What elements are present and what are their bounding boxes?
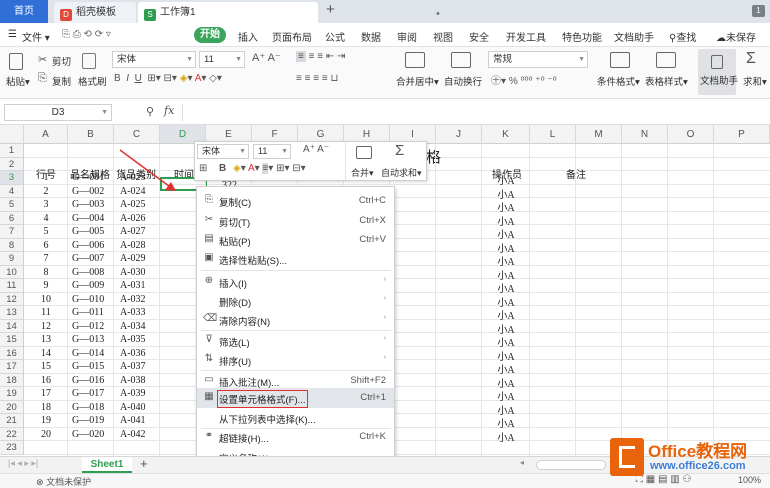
submenu-arrow-icon: › [383,354,386,361]
submenu-arrow-icon: › [383,295,386,302]
ctx-filter[interactable]: ⊽ 筛选(L) › [197,331,394,351]
ctx-paste[interactable]: ▤ 粘贴(P) Ctrl+V [197,230,394,250]
paste-special-icon: ▣ [204,252,214,263]
watermark-brand: Office教程网 [648,442,748,461]
sheet-nav-arrows-icon[interactable]: |◂ ◂ ▸ ▸| [8,458,38,469]
office26-watermark: Office教程网 www.office26.com [606,434,770,484]
link-icon: ⚭ [204,430,214,441]
watermark-url: www.office26.com [650,460,746,472]
context-menu: ⎘ 复制(C) Ctrl+C ✂ 剪切(T) Ctrl+X ▤ 粘贴(P) Ctrl+V ▣… [196,186,395,465]
mini-merge-button[interactable]: 合并▾ [351,166,374,179]
submenu-arrow-icon: › [383,314,386,321]
mini-sum-icon[interactable]: Σ [395,142,404,159]
submenu-arrow-icon: › [383,335,386,342]
arrow-to-d3 [119,149,174,190]
submenu-arrow-icon: › [383,276,386,283]
scissors-icon: ✂ [204,214,214,225]
mini-border-icon[interactable]: ⊞ [199,163,207,174]
paste-icon: ▤ [204,233,214,244]
ctx-cut[interactable]: ✂ 剪切(T) Ctrl+X [197,211,394,231]
add-sheet-button[interactable]: + [140,456,148,471]
format-cells-icon: ▦ [204,391,214,402]
ctx-clear[interactable]: ⌫ 清除内容(N) › [197,310,394,330]
sort-icon: ⇅ [204,353,214,364]
sheet-tab-sheet1[interactable]: Sheet1 [82,457,132,473]
mini-merge-icon[interactable] [356,146,372,159]
horizontal-scrollbar-thumb[interactable] [536,460,606,470]
floating-mini-toolbar: 宋体 ▼ 11 ▼ A⁺ A⁻ ⊞ B ◈▾ A▾ ≡▾ ⊞▾ ⊟▾ 合并▾ Σ 自… [194,141,427,181]
ctx-paste-special[interactable]: ▣ 选择性粘贴(S)... [197,249,394,269]
insert-icon: ⊕ [204,275,214,286]
ctx-sort[interactable]: ⇅ 排序(U) › [197,350,394,370]
mini-fill-icon[interactable]: ◈▾ A▾ ≡▾ ⊞▾ ⊟▾ [233,163,306,174]
protect-status[interactable]: ⊗ 文档未保护 [36,475,91,488]
ctx-hyperlink[interactable]: ⚭ 超链接(H)... Ctrl+K [197,427,394,447]
ctx-delete[interactable]: 删除(D) › [197,291,394,311]
comment-icon: ▭ [204,374,214,385]
mini-font-select[interactable]: 宋体 ▼ [197,144,249,159]
shield-icon: ⊗ [36,477,44,487]
arrow-head-d3 [165,182,176,191]
filter-icon: ⊽ [205,334,213,345]
ctx-insert[interactable]: ⊕ 插入(I) › [197,272,394,292]
mini-size-select[interactable]: 11 ▼ [253,144,291,159]
mini-autosum-button[interactable]: 自动求和▾ [381,166,422,179]
copy-icon: ⎘ [205,194,213,205]
ctx-format-cells[interactable]: ▦ 设置单元格格式(F)... Ctrl+1 [197,388,394,408]
mini-font-grow-icon[interactable]: A⁺ A⁻ [303,144,329,155]
eraser-icon: ⌫ [203,313,218,324]
hscroll-left-icon[interactable]: ◂ [520,458,524,467]
ctx-pick-from-list[interactable]: 从下拉列表中选择(K)... [197,408,394,428]
spreadsheet-app-window: { "tabs": { "home": "首页", "template": "稻… [0,0,770,488]
mini-bold-button[interactable]: B [219,163,226,174]
office-logo-icon [610,438,644,476]
ctx-copy[interactable]: ⎘ 复制(C) Ctrl+C [197,191,394,211]
